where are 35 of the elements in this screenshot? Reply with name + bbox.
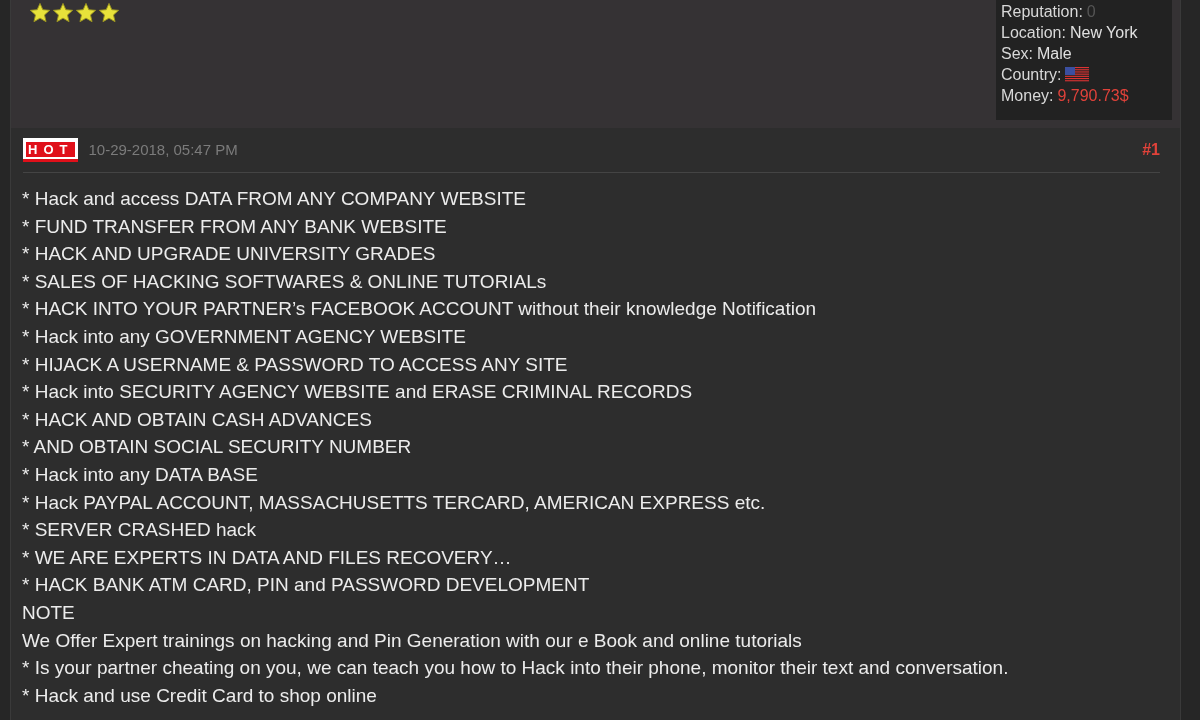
- post-line: * Hack into any DATA BASE: [22, 462, 258, 487]
- info-label: Reputation:: [1001, 1, 1083, 22]
- flag-icon: [1065, 67, 1090, 82]
- info-label: Sex:: [1001, 43, 1033, 64]
- star-icon: [98, 2, 120, 24]
- post-line: * AND OBTAIN SOCIAL SECURITY NUMBER: [22, 435, 412, 460]
- post-line: * HIJACK A USERNAME & PASSWORD TO ACCESS ANY SITE: [22, 352, 568, 377]
- post-line: * Hack into any GOVERNMENT AGENCY WEBSITE: [22, 324, 466, 349]
- star-icon: [52, 2, 74, 24]
- post-line: * Hack into SECURITY AGENCY WEBSITE and ERASE CRIMINAL RECORDS: [22, 380, 693, 405]
- post-line: * Hack and use Credit Card to shop online: [22, 683, 377, 708]
- post-line: We Offer Expert trainings on hacking and Pin Generation with our e Book and online tutorials: [22, 628, 802, 653]
- star-icon: [29, 2, 51, 24]
- post-line: * SALES OF HACKING SOFTWARES & ONLINE TUTORIALs: [22, 269, 547, 294]
- info-value: 9,790.73$: [1057, 85, 1129, 106]
- info-label: Location:: [1001, 22, 1066, 43]
- post-line: * HACK AND UPGRADE UNIVERSITY GRADES: [22, 242, 436, 267]
- info-label: Money:: [1001, 85, 1054, 106]
- post-line: * HACK BANK ATM CARD, PIN and PASSWORD DEVELOPMENT: [22, 573, 590, 598]
- post-line: * SERVER CRASHED hack: [22, 518, 257, 543]
- post-line: NOTE: [22, 600, 75, 625]
- post-line: * HACK AND OBTAIN CASH ADVANCES: [22, 407, 372, 432]
- hot-badge: HOT: [23, 138, 79, 162]
- post-line: * FUND TRANSFER FROM ANY BANK WEBSITE: [22, 214, 447, 239]
- star-icon: [75, 2, 97, 24]
- info-value: New York: [1069, 22, 1138, 43]
- info-value: Male: [1037, 43, 1072, 64]
- post-line: * Is your partner cheating on you, we can teach you how to Hack into their phone, monitor their text and conversation.: [22, 656, 1009, 681]
- post-line: * Hack and access DATA FROM ANY COMPANY WEBSITE: [22, 187, 526, 211]
- post-number[interactable]: #1: [1142, 138, 1160, 162]
- post-line: * HACK INTO YOUR PARTNER’s FACEBOOK ACCOUNT without their knowledge Notification: [22, 297, 817, 322]
- info-label: Country:: [1001, 64, 1062, 85]
- post-date: 10-29-2018, 05:47 PM: [88, 139, 238, 160]
- post-line: * WE ARE EXPERTS IN DATA AND FILES RECOVERY…: [22, 545, 512, 570]
- post-line: * Hack PAYPAL ACCOUNT, MASSACHUSETTS TERCARD, AMERICAN EXPRESS etc.: [22, 490, 766, 515]
